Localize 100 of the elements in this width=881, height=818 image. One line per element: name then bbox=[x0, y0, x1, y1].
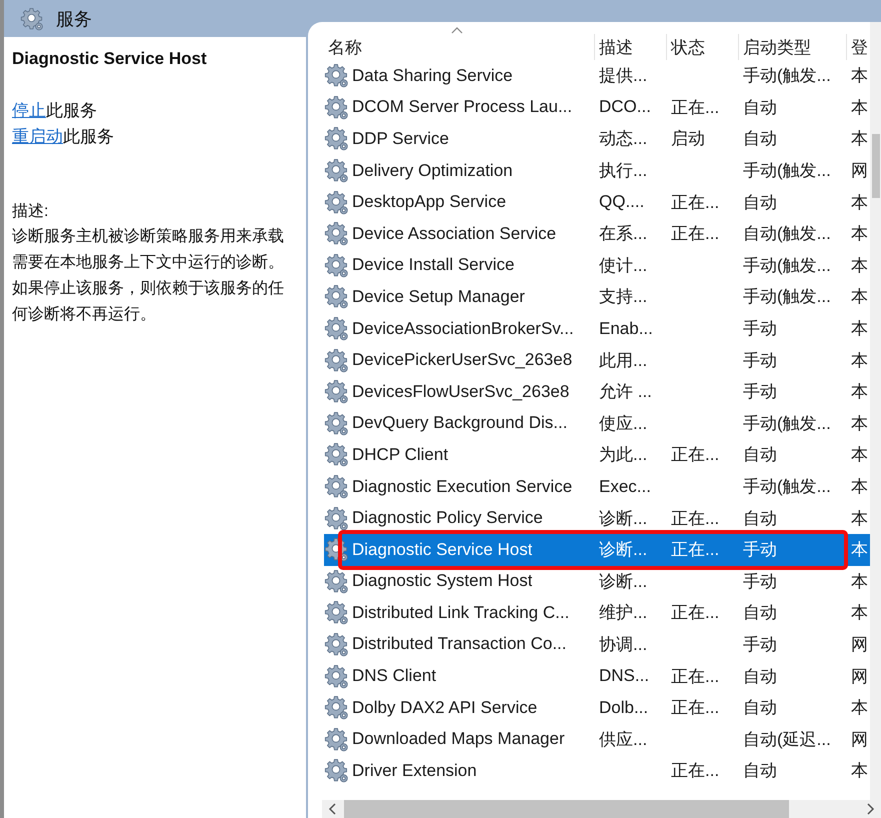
service-action: 停止此服务 bbox=[12, 100, 98, 122]
description-cell-text: 允许 ... bbox=[598, 381, 653, 404]
table-row[interactable]: Device Install Service 使计... 手动(触发... 本 bbox=[324, 250, 870, 282]
gear-icon bbox=[324, 506, 349, 531]
description-cell-text: 诊断... bbox=[598, 570, 648, 593]
table-row[interactable]: DDP Service 动态... 启动 自动 本 bbox=[324, 123, 870, 155]
gear-icon bbox=[324, 221, 349, 246]
startup-type-cell-text: 手动 bbox=[742, 634, 778, 656]
service-name-cell: Driver Extension bbox=[352, 760, 477, 781]
table-row[interactable]: DCOM Server Process Lau... DCO... 正在... 自动 本 bbox=[324, 92, 870, 124]
column-header[interactable]: 启动类型 bbox=[739, 34, 847, 60]
startup-type-cell-text: 自动 bbox=[742, 760, 778, 782]
description-cell-text: QQ.... bbox=[598, 192, 646, 212]
gear-icon bbox=[324, 537, 349, 562]
table-row[interactable]: Driver Extension 正在... 自动 本 bbox=[324, 755, 870, 787]
table-cell-text: 本 bbox=[850, 192, 869, 214]
table-row[interactable]: DesktopApp Service QQ.... 正在... 自动 本 bbox=[324, 186, 870, 218]
service-name-cell: Diagnostic Execution Service bbox=[352, 476, 572, 497]
table-cell-text: 本 bbox=[850, 602, 869, 624]
description-cell-text: Dolb... bbox=[598, 698, 650, 718]
table-cell-text: 网 bbox=[850, 160, 869, 182]
status-cell-text: 正在... bbox=[670, 444, 720, 466]
table-row[interactable]: Downloaded Maps Manager 供应... 自动(延迟... 网 bbox=[324, 723, 870, 756]
table-row[interactable]: Device Association Service 在系... 正在... 自动(触发... 本 bbox=[324, 218, 870, 250]
table-row[interactable]: Delivery Optimization 执行... 手动(触发... 网 bbox=[324, 154, 870, 186]
table-row[interactable]: Diagnostic System Host 诊断... 手动 本 bbox=[324, 566, 870, 598]
status-cell-text: 正在... bbox=[670, 666, 720, 688]
action-link[interactable]: 重启动 bbox=[12, 127, 63, 146]
description-cell-text: DNS... bbox=[598, 666, 650, 686]
description-cell-text: 维护... bbox=[598, 602, 648, 624]
gear-icon bbox=[324, 348, 349, 373]
startup-type-cell-text: 手动(触发... bbox=[742, 254, 832, 277]
description-cell-text: 诊断... bbox=[598, 539, 648, 562]
gear-icon bbox=[324, 568, 349, 594]
table-cell-text: 本 bbox=[850, 318, 869, 340]
status-cell-text: 正在... bbox=[670, 508, 720, 530]
horizontal-scrollbar[interactable] bbox=[322, 800, 881, 818]
gear-icon bbox=[324, 379, 349, 404]
service-name-cell: Diagnostic Service Host bbox=[352, 540, 532, 560]
service-name-cell: DDP Service bbox=[352, 128, 449, 149]
table-row[interactable]: DHCP Client 为此... 正在... 自动 本 bbox=[324, 439, 870, 471]
table-cell-text: 本 bbox=[850, 381, 869, 404]
table-row[interactable]: Data Sharing Service 提供... 手动(触发... 本 bbox=[324, 60, 870, 92]
startup-type-cell-text: 手动 bbox=[742, 318, 778, 340]
table-row[interactable]: DevicePickerUserSvc_263e8 此用... 手动 本 bbox=[324, 344, 870, 376]
service-name-cell: DeviceAssociationBrokerSv... bbox=[352, 318, 574, 339]
status-cell-text: 正在... bbox=[670, 697, 720, 720]
table-row[interactable]: Diagnostic Policy Service 诊断... 正在... 自动 本 bbox=[324, 502, 870, 534]
service-name-cell: Dolby DAX2 API Service bbox=[352, 698, 538, 718]
status-cell-text: 正在... bbox=[670, 760, 720, 782]
gear-icon bbox=[324, 158, 349, 184]
table-row[interactable]: DevicesFlowUserSvc_263e8 允许 ... 手动 本 bbox=[324, 376, 870, 408]
column-header[interactable]: 名称 bbox=[324, 34, 595, 60]
description-cell-text: 支持... bbox=[598, 286, 648, 308]
table-cell-text: 本 bbox=[850, 570, 869, 593]
status-cell-text: 正在... bbox=[670, 96, 720, 119]
column-header[interactable]: 登 bbox=[847, 34, 870, 60]
service-name-cell: DevicePickerUserSvc_263e8 bbox=[352, 350, 572, 370]
startup-type-cell-text: 自动 bbox=[742, 444, 778, 466]
table-cell-text: 本 bbox=[850, 697, 869, 720]
scroll-right-icon[interactable] bbox=[865, 803, 875, 815]
service-name-cell: DHCP Client bbox=[352, 444, 448, 465]
table-row[interactable]: DeviceAssociationBrokerSv... Enab... 手动 本 bbox=[324, 312, 870, 344]
gear-icon bbox=[324, 94, 349, 120]
description-cell-text: 执行... bbox=[598, 160, 648, 182]
service-name-cell: Distributed Link Tracking C... bbox=[352, 602, 570, 623]
table-cell-text: 本 bbox=[850, 508, 869, 530]
table-row[interactable]: Dolby DAX2 API Service Dolb... 正在... 自动 本 bbox=[324, 692, 870, 724]
service-name: Diagnostic Service Host bbox=[12, 49, 208, 69]
description-cell-text: 使应... bbox=[598, 412, 648, 435]
table-row[interactable]: DevQuery Background Dis... 使应... 手动(触发... 本 bbox=[324, 408, 870, 440]
description-cell-text: 供应... bbox=[598, 728, 648, 751]
service-name-cell: DevQuery Background Dis... bbox=[352, 413, 568, 434]
gear-icon bbox=[324, 600, 349, 626]
startup-type-cell-text: 自动 bbox=[742, 96, 778, 119]
description-cell-text: 诊断... bbox=[598, 508, 648, 530]
table-row[interactable]: DNS Client DNS... 正在... 自动 网 bbox=[324, 660, 870, 692]
column-header[interactable]: 描述 bbox=[595, 34, 667, 60]
table-cell-text: 本 bbox=[850, 444, 869, 466]
service-name-cell: Device Setup Manager bbox=[352, 286, 525, 307]
table-row[interactable]: Device Setup Manager 支持... 手动(触发... 本 bbox=[324, 281, 870, 313]
gear-icon bbox=[324, 474, 349, 500]
startup-type-cell-text: 手动(触发... bbox=[742, 476, 832, 498]
service-name-cell: DevicesFlowUserSvc_263e8 bbox=[352, 382, 570, 402]
scroll-left-icon[interactable] bbox=[328, 803, 338, 815]
table-row[interactable]: Distributed Transaction Co... 协调... 手动 网 bbox=[324, 628, 870, 660]
table-row[interactable]: Diagnostic Execution Service Exec... 手动(触发... 本 bbox=[324, 470, 870, 502]
gear-icon bbox=[324, 632, 349, 657]
table-row[interactable]: Distributed Link Tracking C... 维护... 正在... 自动 本 bbox=[324, 597, 870, 629]
startup-type-cell-text: 自动 bbox=[742, 697, 778, 720]
vertical-scrollbar[interactable] bbox=[870, 22, 881, 800]
service-name-cell: Distributed Transaction Co... bbox=[352, 634, 566, 654]
service-name-cell: DesktopApp Service bbox=[352, 192, 506, 212]
service-name-cell: Device Install Service bbox=[352, 255, 515, 276]
column-header[interactable]: 状态 bbox=[667, 34, 739, 60]
startup-type-cell-text: 自动(触发... bbox=[742, 223, 832, 246]
table-cell-text: 网 bbox=[850, 728, 869, 751]
gear-icon bbox=[324, 284, 349, 310]
action-link[interactable]: 停止 bbox=[12, 101, 46, 120]
table-cell-text: 本 bbox=[850, 65, 869, 88]
